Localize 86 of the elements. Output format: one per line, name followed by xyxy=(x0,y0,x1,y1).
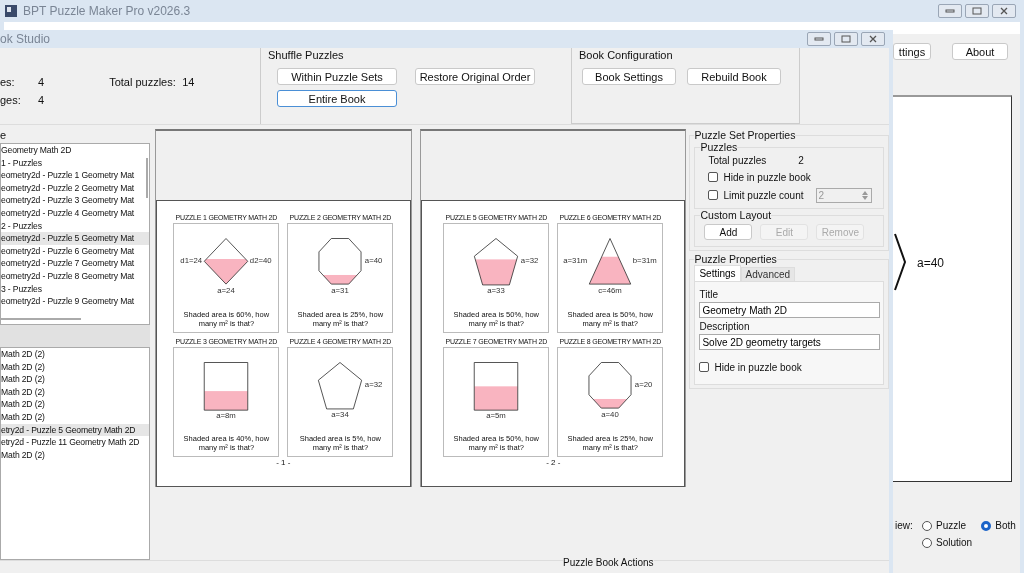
minimize-button[interactable] xyxy=(807,32,831,46)
octagon-figure xyxy=(318,238,362,285)
page-number: - 1 - xyxy=(276,458,291,467)
shuffle-button[interactable]: Entire Book xyxy=(277,90,397,107)
tree-item[interactable]: 2 - Puzzles xyxy=(1,219,149,233)
list-item[interactable]: Math 2D (2) xyxy=(1,398,149,411)
hide-checkbox[interactable]: Hide in puzzle book xyxy=(699,358,880,376)
maximize-icon xyxy=(972,7,982,15)
close-button[interactable] xyxy=(861,32,885,46)
group-title: Puzzles xyxy=(700,141,738,153)
tree-item[interactable]: 3 - Puzzles xyxy=(1,282,149,296)
group-title: Custom Layout xyxy=(700,209,772,221)
octagon-figure xyxy=(588,362,632,409)
tree-item[interactable]: eometry2d - Puzzle 4 Geometry Mat xyxy=(1,206,149,220)
stat-label: ges: xyxy=(0,94,22,106)
list-item[interactable]: Math 2D (2) xyxy=(1,448,149,462)
square-figure xyxy=(474,362,519,411)
minimize-icon xyxy=(814,37,824,41)
list-item[interactable]: etry2d - Puzzle 11 Geometry Math 2D xyxy=(1,436,149,449)
tree-item[interactable]: eometry2d - Puzzle 5 Geometry Mat xyxy=(1,232,149,245)
triangle-figure xyxy=(589,238,632,285)
toolbar-button[interactable]: ttings xyxy=(893,43,931,60)
list-item[interactable]: etry2d - Puzzle 5 Geometry Math 2D xyxy=(1,423,149,437)
config-button[interactable]: Book Settings xyxy=(582,68,676,85)
stat-value: 14 xyxy=(182,76,195,88)
stat-label: es: xyxy=(0,76,16,88)
group-title: Puzzle Set Properties xyxy=(694,129,796,141)
tree-item[interactable]: eometry2d - Puzzle 8 Geometry Mat xyxy=(1,269,149,283)
field-label: Title xyxy=(699,289,719,302)
square-figure xyxy=(204,362,249,411)
tree-item[interactable]: eometry2d - Puzzle 6 Geometry Mat xyxy=(1,244,149,258)
list-item[interactable]: Math 2D (2) xyxy=(1,385,149,399)
scrollbar-thumb[interactable] xyxy=(1,318,81,320)
tree-item[interactable]: eometry2d - Puzzle 9 Geometry Mat xyxy=(1,295,149,308)
chevron-icon xyxy=(893,231,907,292)
scrollbar-thumb[interactable] xyxy=(145,158,148,198)
view-label: iew: xyxy=(895,520,914,531)
list-item[interactable]: Math 2D (2) xyxy=(1,360,149,374)
group-title: Puzzle Properties xyxy=(694,253,777,265)
limit-checkbox[interactable]: Limit puzzle count xyxy=(700,186,804,204)
list-item[interactable]: Math 2D (2) xyxy=(1,410,149,424)
minimize-icon xyxy=(945,9,955,13)
maximize-icon xyxy=(841,35,851,43)
layout-button[interactable]: Add xyxy=(704,224,753,240)
stat-value: 4 xyxy=(38,76,45,88)
app-logo-icon xyxy=(4,4,18,18)
window-title: ok Studio xyxy=(0,32,51,46)
group-title: Book Configuration xyxy=(579,49,674,63)
tree-item[interactable]: eometry2d - Puzzle 7 Geometry Mat xyxy=(1,257,149,270)
view-radio[interactable]: Both xyxy=(981,520,1020,531)
view-radio[interactable]: Puzzle xyxy=(922,520,977,531)
page-number: - 2 - xyxy=(546,458,561,467)
hide-checkbox[interactable]: Hide in puzzle book xyxy=(700,168,878,186)
total-value: 2 xyxy=(798,155,804,166)
tree-item[interactable]: 1 - Puzzles xyxy=(1,156,149,170)
group-title: Shuffle Puzzles xyxy=(268,49,345,63)
pentagon-figure xyxy=(474,238,519,286)
title-field[interactable]: Geometry Math 2D xyxy=(699,302,880,318)
list-item[interactable]: Math 2D (2) xyxy=(1,348,149,361)
tree-item[interactable]: eometry2d - Puzzle 1 Geometry Mat xyxy=(1,169,149,182)
stat-label: Total puzzles: xyxy=(109,76,177,88)
close-button[interactable] xyxy=(992,4,1016,18)
tree-item[interactable]: eometry2d - Puzzle 2 Geometry Mat xyxy=(1,181,149,195)
window-title: BPT Puzzle Maker Pro v2026.3 xyxy=(23,4,191,18)
list-item[interactable]: Math 2D (2) xyxy=(1,373,149,386)
close-icon xyxy=(999,7,1009,15)
field-label: Description xyxy=(699,321,751,334)
measure-label: a=40 xyxy=(917,256,945,270)
tree-item[interactable]: eometry2d - Puzzle 3 Geometry Mat xyxy=(1,194,149,207)
pentagon-figure xyxy=(318,362,363,410)
description-field[interactable]: Solve 2D geometry targets xyxy=(699,334,880,350)
shuffle-button[interactable]: Within Puzzle Sets xyxy=(277,68,397,85)
tree-item[interactable]: Geometry Math 2D xyxy=(1,144,149,157)
config-button[interactable]: Rebuild Book xyxy=(687,68,781,85)
tree-label: e xyxy=(0,129,8,143)
close-icon xyxy=(868,35,878,43)
total-label: Total puzzles xyxy=(708,155,767,166)
group-title: Puzzle Book Actions xyxy=(563,557,654,568)
diamond-figure xyxy=(204,238,249,285)
minimize-button[interactable] xyxy=(938,4,962,18)
shuffle-button[interactable]: Restore Original Order xyxy=(415,68,535,85)
tab[interactable]: Settings xyxy=(694,265,741,281)
toolbar-button[interactable]: About xyxy=(952,43,1008,60)
view-radio[interactable]: Solution xyxy=(922,537,977,548)
tab[interactable]: Advanced xyxy=(740,267,796,281)
stat-value: 4 xyxy=(38,94,45,106)
